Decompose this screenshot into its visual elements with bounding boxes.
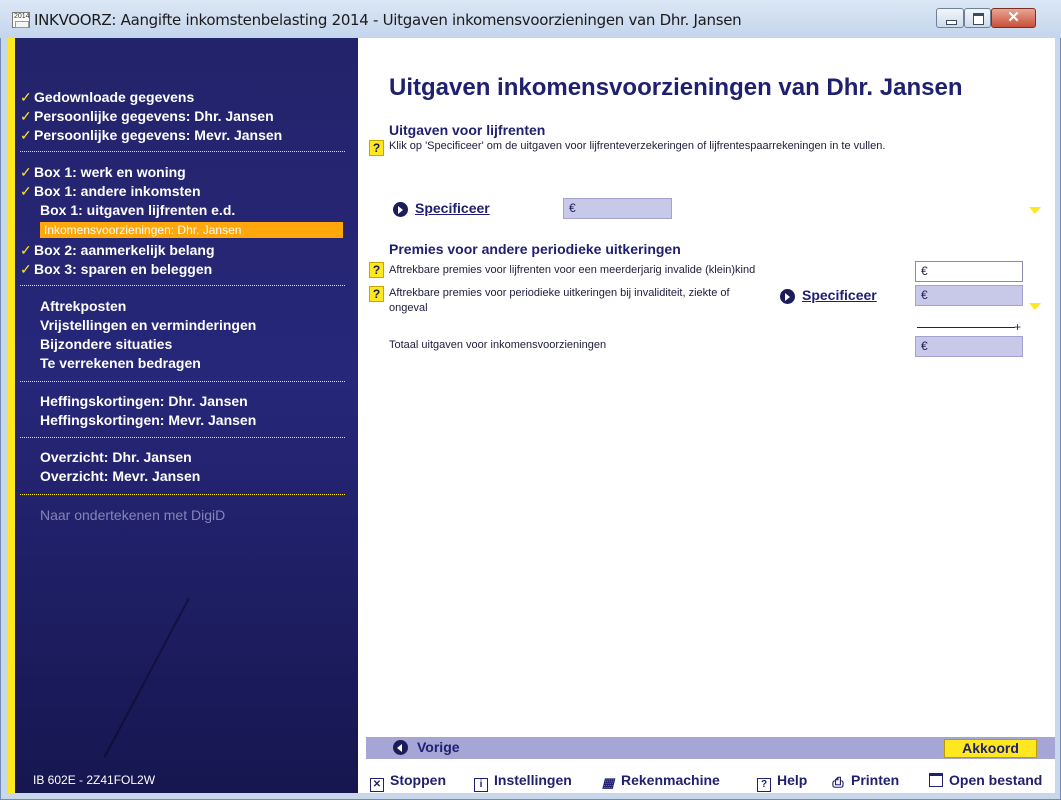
sidebar-item-label: Persoonlijke gegevens: Dhr. Jansen	[34, 108, 274, 124]
open-file-button[interactable]: Open bestand	[929, 772, 1042, 790]
check-icon: ✓	[20, 183, 32, 199]
sidebar-separator	[20, 285, 345, 286]
sidebar-item-vrijstellingen[interactable]: Vrijstellingen en verminderingen	[20, 315, 1046, 335]
arrow-left-icon	[393, 740, 408, 755]
calculator-icon: ▦	[601, 775, 615, 790]
premies-invalide-kind-input[interactable]: €	[915, 261, 1023, 282]
check-icon: ✓	[20, 164, 32, 180]
specify-button-lijfrenten[interactable]: Specificeer	[393, 199, 523, 221]
sidebar-accent-bar	[8, 38, 15, 793]
sidebar-item-label: Naar ondertekenen met DigiD	[40, 507, 226, 523]
page-title: Uitgaven inkomensvoorzieningen van Dhr. …	[389, 74, 963, 101]
section-title-premies: Premies voor andere periodieke uitkering…	[389, 241, 681, 257]
sidebar-item-label: Overzicht: Mevr. Jansen	[40, 468, 201, 484]
print-label: Printen	[851, 772, 900, 788]
sidebar-separator	[20, 494, 345, 495]
arrow-right-icon	[393, 202, 408, 217]
maximize-button[interactable]	[964, 8, 991, 28]
settings-button[interactable]: i Instellingen	[474, 772, 572, 792]
sidebar-item-box1-andere[interactable]: ✓ Box 1: andere inkomsten	[20, 181, 1046, 201]
sidebar-item-label: Box 3: sparen en beleggen	[34, 261, 213, 277]
sidebar-item-heffingskortingen-dhr[interactable]: Heffingskortingen: Dhr. Jansen	[20, 391, 1046, 411]
sidebar-item-label: Box 1: andere inkomsten	[34, 183, 201, 199]
help-toolbar-button[interactable]: ? Help	[757, 772, 808, 792]
previous-label: Vorige	[417, 739, 460, 755]
accept-button[interactable]: Akkoord	[944, 739, 1037, 758]
arrow-right-icon	[780, 289, 795, 304]
sidebar-item-overzicht-mevr[interactable]: Overzicht: Mevr. Jansen	[20, 466, 1046, 486]
calculator-label: Rekenmachine	[621, 772, 720, 788]
app-icon: 2014	[12, 12, 30, 28]
section-description: Klik op 'Specificeer' om de uitgaven voo…	[389, 140, 886, 152]
close-box-icon: ✕	[370, 778, 384, 792]
previous-button[interactable]: Vorige	[393, 737, 473, 759]
sidebar-item-label: Heffingskortingen: Dhr. Jansen	[40, 393, 248, 409]
sidebar-item-label: Te verrekenen bedragen	[40, 355, 201, 371]
info-icon: i	[474, 778, 488, 792]
sidebar-item-label: Overzicht: Dhr. Jansen	[40, 449, 192, 465]
sidebar-item-box1-werk[interactable]: ✓ Box 1: werk en woning	[20, 162, 1046, 182]
section-title-lijfrenten: Uitgaven voor lijfrenten	[389, 122, 546, 138]
calculator-button[interactable]: ▦ Rekenmachine	[601, 772, 720, 790]
sidebar-item-ondertekenen: Naar ondertekenen met DigiD	[20, 505, 1046, 525]
help-button[interactable]: ?	[369, 140, 384, 156]
close-button[interactable]: ✕	[991, 8, 1036, 28]
print-button[interactable]: ⎙ Printen	[831, 772, 899, 790]
chevron-down-icon	[1029, 207, 1041, 214]
pen-graphic	[103, 598, 190, 758]
sum-line	[917, 327, 1015, 328]
check-icon: ✓	[20, 127, 32, 143]
folder-icon	[929, 773, 943, 787]
sidebar-separator	[20, 151, 345, 152]
sum-plus-sign: +	[1014, 320, 1022, 334]
check-icon: ✓	[20, 89, 32, 105]
form-code: IB 602E - 2Z41FOL2W	[33, 773, 156, 787]
total-amount-field: €	[915, 336, 1023, 357]
help-button[interactable]: ?	[369, 286, 384, 302]
specify-label: Specificeer	[802, 287, 877, 303]
sidebar-item-label: Heffingskortingen: Mevr. Jansen	[40, 412, 257, 428]
help-button[interactable]: ?	[369, 262, 384, 278]
chevron-down-icon	[1029, 303, 1041, 310]
minimize-button[interactable]	[936, 8, 964, 28]
sidebar-separator	[20, 437, 345, 438]
sidebar-item-box1-uitgaven[interactable]: Box 1: uitgaven lijfrenten e.d.	[20, 200, 1041, 220]
sidebar-item-label: Vrijstellingen en verminderingen	[40, 317, 257, 333]
premies-invaliditeit-label: Aftrekbare premies voor periodieke uitke…	[389, 287, 730, 314]
amount-field-periodieke: €	[915, 285, 1023, 306]
sidebar-subitem-inkomensvoorzieningen[interactable]: Inkomensvoorzieningen: Dhr. Jansen	[40, 222, 343, 238]
specify-label: Specificeer	[415, 200, 490, 216]
sidebar-separator	[20, 381, 345, 382]
title-bar: 2014 INKVOORZ: Aangifte inkomstenbelasti…	[0, 0, 1061, 38]
sidebar-item-heffingskortingen-mevr[interactable]: Heffingskortingen: Mevr. Jansen	[20, 410, 1046, 430]
sidebar-item-te-verrekenen[interactable]: Te verrekenen bedragen	[20, 353, 1046, 373]
close-icon: ✕	[1007, 9, 1020, 26]
premies-invalide-kind-label: Aftrekbare premies voor lijfrenten voor …	[389, 264, 756, 276]
total-label: Totaal uitgaven voor inkomensvoorziening…	[389, 339, 607, 351]
sidebar-item-label: Aftrekposten	[40, 298, 127, 314]
check-icon: ✓	[20, 108, 32, 124]
open-file-label: Open bestand	[949, 772, 1043, 788]
sidebar-item-overzicht-dhr[interactable]: Overzicht: Dhr. Jansen	[20, 447, 1046, 467]
printer-icon: ⎙	[832, 774, 844, 790]
sidebar-item-label: Box 1: werk en woning	[34, 164, 186, 180]
sidebar-item-label: Persoonlijke gegevens: Mevr. Jansen	[34, 127, 283, 143]
specify-button-periodieke[interactable]: Specificeer	[780, 286, 890, 308]
check-icon: ✓	[20, 261, 32, 277]
sidebar-item-label: Gedownloade gegevens	[34, 89, 195, 105]
settings-label: Instellingen	[494, 772, 572, 788]
check-icon: ✓	[20, 242, 32, 258]
amount-field-lijfrenten: €	[563, 198, 672, 219]
help-label: Help	[777, 772, 808, 788]
sidebar-item-label: Bijzondere situaties	[40, 336, 173, 352]
sidebar-item-label: Box 1: uitgaven lijfrenten e.d.	[40, 202, 236, 218]
sidebar-item-label: Box 2: aanmerkelijk belang	[34, 242, 215, 258]
stop-label: Stoppen	[390, 772, 446, 788]
help-icon: ?	[757, 778, 771, 792]
window-title: INKVOORZ: Aangifte inkomstenbelasting 20…	[34, 11, 742, 29]
stop-button[interactable]: ✕ Stoppen	[370, 772, 446, 792]
